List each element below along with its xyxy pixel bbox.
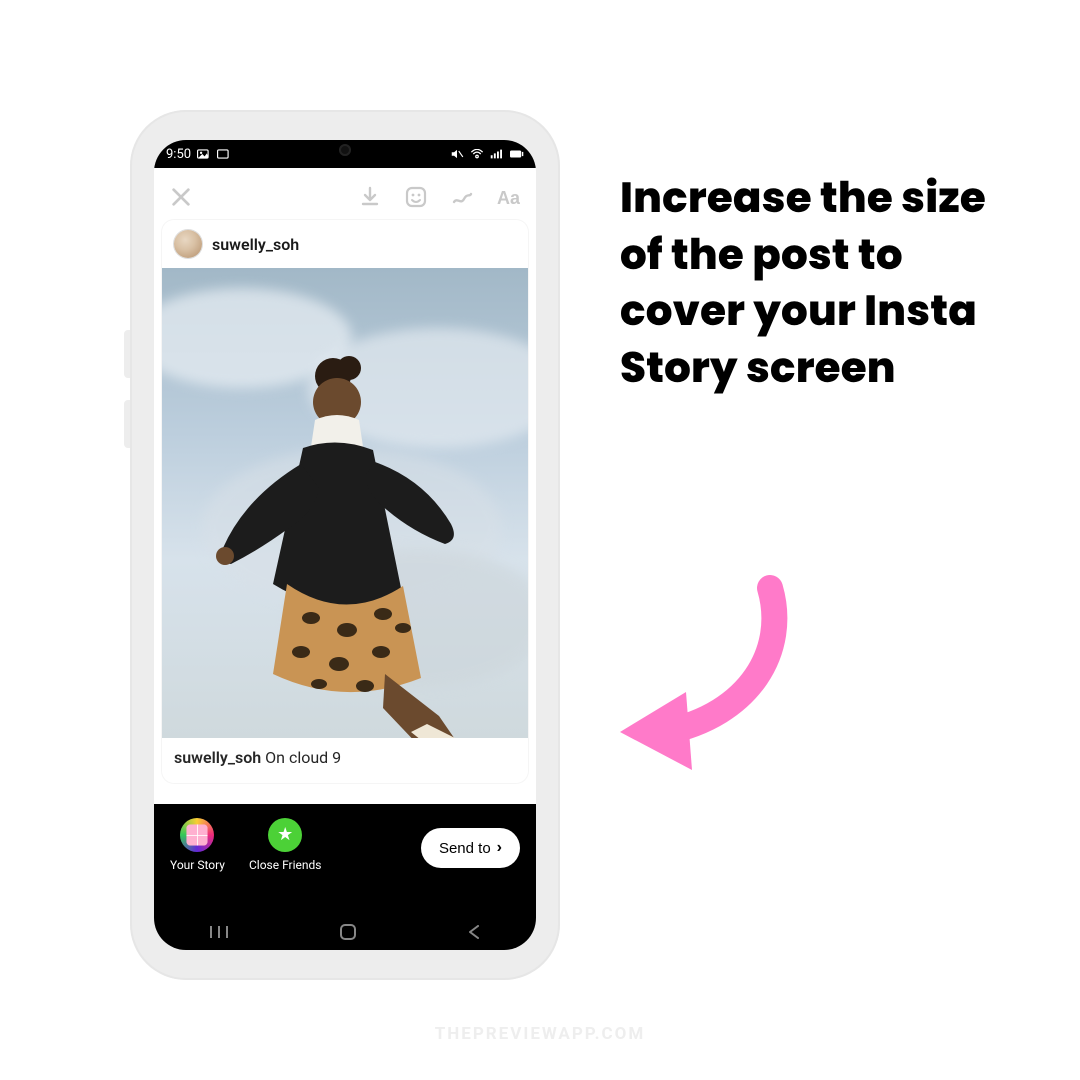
android-nav-bar — [154, 914, 536, 950]
text-icon[interactable]: Aa — [496, 185, 520, 209]
post-caption: suwelly_soh On cloud 9 — [162, 738, 528, 783]
volume-mute-icon — [450, 149, 464, 159]
draw-icon[interactable] — [450, 185, 474, 209]
story-canvas[interactable]: suwelly_soh — [154, 226, 536, 804]
phone-side-button — [124, 400, 130, 448]
your-story-icon — [180, 818, 214, 852]
post-image — [162, 268, 528, 738]
story-editor-toolbar: Aa — [154, 168, 536, 226]
person-illustration — [215, 328, 475, 738]
image-indicator-icon — [197, 149, 211, 159]
phone-side-button — [124, 330, 130, 378]
caption-username: suwelly_soh — [174, 748, 261, 767]
close-friends-button[interactable]: ★ Close Friends — [249, 818, 322, 872]
your-story-button[interactable]: Your Story — [170, 818, 225, 872]
send-to-button[interactable]: Send to › — [421, 828, 520, 868]
post-header: suwelly_soh — [162, 220, 528, 268]
notification-indicator-icon — [217, 149, 231, 159]
recent-apps-icon[interactable] — [208, 924, 230, 940]
pink-arrow-icon — [600, 560, 820, 780]
download-icon[interactable] — [358, 185, 382, 209]
home-icon[interactable] — [338, 922, 358, 942]
avatar — [174, 230, 202, 258]
close-icon[interactable] — [170, 186, 192, 208]
phone-screen: 9:50 Aa — [154, 140, 536, 950]
post-username: suwelly_soh — [212, 235, 299, 254]
chevron-right-icon: › — [497, 839, 502, 857]
android-status-bar: 9:50 — [154, 140, 536, 168]
your-story-label: Your Story — [170, 858, 225, 872]
back-icon[interactable] — [466, 924, 482, 940]
svg-text:Aa: Aa — [497, 188, 520, 208]
camera-notch — [339, 144, 351, 156]
signal-icon — [490, 149, 504, 159]
close-friends-icon: ★ — [268, 818, 302, 852]
send-to-label: Send to — [439, 840, 491, 857]
battery-icon — [510, 149, 524, 159]
reshared-post[interactable]: suwelly_soh — [162, 220, 528, 783]
story-share-bar: Your Story ★ Close Friends Send to › — [154, 804, 536, 914]
instruction-text: Increase the size of the post to cover y… — [620, 170, 1020, 397]
wifi-icon — [470, 149, 484, 159]
caption-text: On cloud 9 — [261, 748, 341, 767]
status-time: 9:50 — [166, 147, 191, 162]
watermark: THEPREVIEWAPP.COM — [435, 1024, 646, 1044]
sticker-icon[interactable] — [404, 185, 428, 209]
close-friends-label: Close Friends — [249, 858, 322, 872]
phone-frame: 9:50 Aa — [130, 110, 560, 980]
